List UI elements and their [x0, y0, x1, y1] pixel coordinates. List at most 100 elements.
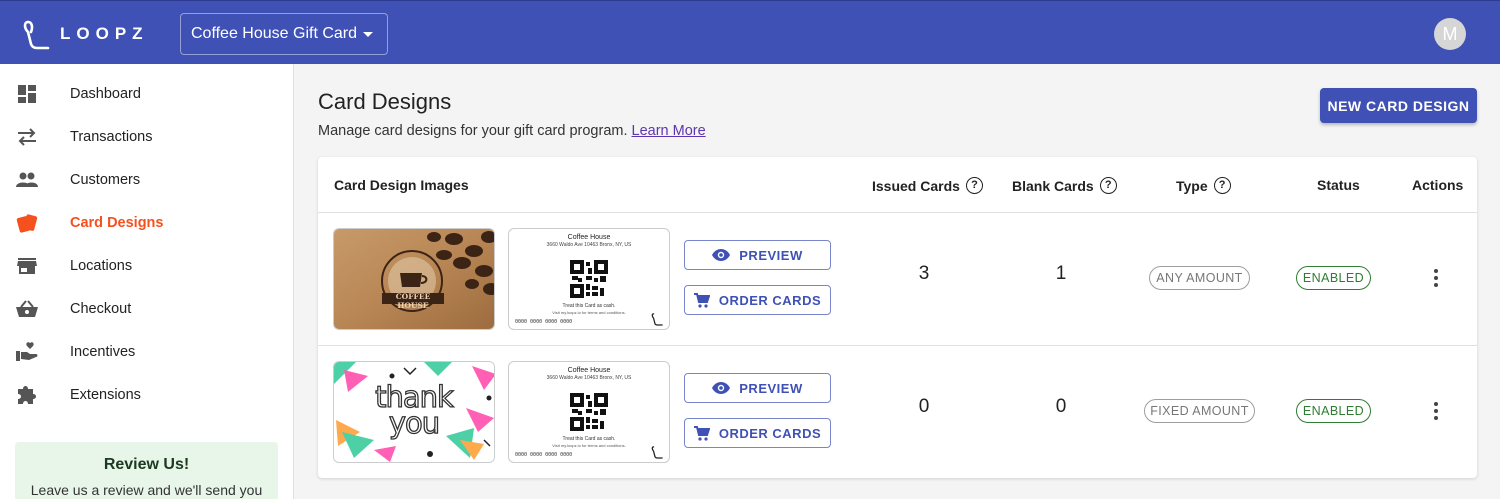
card-back-terms: Treat this Card as cash.: [562, 436, 616, 442]
sidebar-item-dashboard[interactable]: Dashboard: [0, 72, 294, 115]
qr-code-icon: [570, 393, 608, 431]
order-cards-button[interactable]: ORDER CARDS: [684, 285, 831, 315]
status-badge: ENABLED: [1296, 399, 1371, 423]
issued-cards-value: 0: [918, 396, 930, 417]
qr-code-icon: [570, 260, 608, 298]
dashboard-icon: [16, 83, 38, 105]
order-cards-label: ORDER CARDS: [718, 292, 822, 308]
brand-logo[interactable]: LOOPZ: [22, 18, 149, 50]
order-cards-label: ORDER CARDS: [718, 425, 822, 441]
more-actions-icon[interactable]: [1426, 399, 1446, 423]
table-row: COFFEE HOUSE Coffee House 3660 Waldo Ave…: [318, 212, 1477, 345]
review-us-box[interactable]: Review Us! Leave us a review and we'll s…: [15, 442, 278, 499]
card-front-text: COFFEE HOUSE: [395, 292, 431, 310]
blank-cards-value: 1: [1055, 263, 1067, 284]
loopz-logo-icon: [23, 20, 50, 50]
card-back-number: 0000 0000 0000 0000: [515, 452, 573, 458]
top-app-bar: LOOPZ Coffee House Gift Card M: [0, 0, 1500, 64]
type-chip: FIXED AMOUNT: [1144, 399, 1255, 423]
sidebar-item-label: Incentives: [70, 343, 136, 360]
status-badge: ENABLED: [1296, 266, 1371, 290]
sidebar-item-locations[interactable]: Locations: [0, 244, 294, 287]
cart-icon: [693, 292, 710, 308]
learn-more-link[interactable]: Learn More: [632, 123, 706, 139]
brand-name: LOOPZ: [60, 24, 149, 43]
column-header-images: Card Design Images: [334, 177, 469, 193]
page-subtitle-text: Manage card designs for your gift card p…: [318, 123, 628, 139]
eye-icon: [712, 382, 731, 394]
help-icon[interactable]: ?: [1213, 177, 1231, 194]
loopz-logo-icon: [651, 446, 663, 459]
preview-label: PREVIEW: [739, 380, 803, 396]
card-back-terms: Treat this Card as cash.: [562, 303, 616, 309]
help-icon[interactable]: ?: [1099, 177, 1117, 194]
store-icon: [16, 255, 38, 277]
sidebar-item-label: Extensions: [70, 386, 141, 403]
people-icon: [16, 169, 38, 191]
blank-cards-value: 0: [1055, 396, 1067, 417]
new-card-design-button[interactable]: NEW CARD DESIGN: [1320, 88, 1477, 123]
issued-cards-value: 3: [918, 263, 930, 284]
card-back-visit: Visit my.loopz.io for terms and conditio…: [552, 443, 626, 448]
page-subtitle: Manage card designs for your gift card p…: [318, 123, 706, 139]
preview-button[interactable]: PREVIEW: [684, 373, 831, 403]
sidebar-item-incentives[interactable]: Incentives: [0, 330, 294, 373]
sidebar-item-label: Checkout: [70, 300, 132, 317]
card-front-text: thank you: [374, 380, 454, 440]
swap-arrows-icon: [16, 126, 38, 148]
card-back-image[interactable]: Coffee House 3660 Waldo Ave 10463 Bronx,…: [508, 361, 670, 463]
card-back-image[interactable]: Coffee House 3660 Waldo Ave 10463 Bronx,…: [508, 228, 670, 330]
cards-icon: [16, 212, 38, 234]
column-header-type: Type?: [1176, 177, 1231, 194]
sidebar-item-label: Dashboard: [70, 85, 141, 102]
avatar[interactable]: M: [1434, 18, 1466, 50]
column-header-label: Blank Cards: [1012, 177, 1094, 194]
sidebar-item-label: Transactions: [70, 128, 153, 145]
card-back-number: 0000 0000 0000 0000: [515, 319, 573, 325]
card-back-name: Coffee House: [567, 367, 611, 374]
puzzle-icon: [16, 384, 38, 406]
card-back-address: 3660 Waldo Ave 10463 Bronx, NY, US: [546, 242, 632, 248]
review-title: Review Us!: [103, 456, 190, 473]
column-header-actions: Actions: [1412, 177, 1463, 193]
card-back-name: Coffee House: [567, 234, 611, 241]
column-header-label: Card Design Images: [334, 177, 469, 193]
program-select[interactable]: Coffee House Gift Card: [180, 13, 388, 55]
card-front-image[interactable]: thank you: [333, 361, 495, 463]
loopz-logo-icon: [651, 313, 663, 326]
sidebar-item-transactions[interactable]: Transactions: [0, 115, 294, 158]
basket-icon: [16, 298, 38, 320]
preview-label: PREVIEW: [739, 247, 803, 263]
sidebar-item-extensions[interactable]: Extensions: [0, 373, 294, 416]
sidebar-item-label: Customers: [70, 171, 141, 188]
column-header-label: Type: [1176, 177, 1208, 194]
cart-icon: [693, 425, 710, 441]
program-select-value: Coffee House Gift Card: [191, 25, 358, 42]
column-header-label: Issued Cards: [872, 177, 960, 194]
sidebar-item-checkout[interactable]: Checkout: [0, 287, 294, 330]
column-header-status: Status: [1317, 177, 1360, 193]
caret-down-icon: [363, 32, 373, 37]
column-header-label: Actions: [1412, 177, 1464, 193]
card-back-address: 3660 Waldo Ave 10463 Bronx, NY, US: [546, 375, 632, 381]
sidebar-item-card-designs[interactable]: Card Designs: [0, 201, 294, 244]
sidebar-item-label: Card Designs: [70, 214, 164, 231]
card-front-image[interactable]: COFFEE HOUSE: [333, 228, 495, 330]
hand-heart-icon: [16, 341, 38, 363]
type-chip: ANY AMOUNT: [1149, 266, 1250, 290]
help-icon[interactable]: ?: [965, 177, 983, 194]
more-actions-icon[interactable]: [1426, 266, 1446, 290]
card-designs-table: Card Design Images Issued Cards? Blank C…: [318, 157, 1477, 478]
preview-button[interactable]: PREVIEW: [684, 240, 831, 270]
page-title: Card Designs: [318, 89, 452, 114]
column-header-issued: Issued Cards?: [872, 177, 983, 194]
table-row: thank you Coffee House 3660 Waldo Ave 10…: [318, 345, 1477, 478]
order-cards-button[interactable]: ORDER CARDS: [684, 418, 831, 448]
sidebar-item-label: Locations: [70, 257, 133, 274]
sidebar: Dashboard Transactions Customers Card De…: [0, 64, 294, 499]
column-header-label: Status: [1317, 177, 1360, 193]
review-text: Leave us a review and we'll send you: [30, 482, 263, 498]
eye-icon: [712, 249, 731, 261]
sidebar-item-customers[interactable]: Customers: [0, 158, 294, 201]
column-header-blank: Blank Cards?: [1012, 177, 1117, 194]
